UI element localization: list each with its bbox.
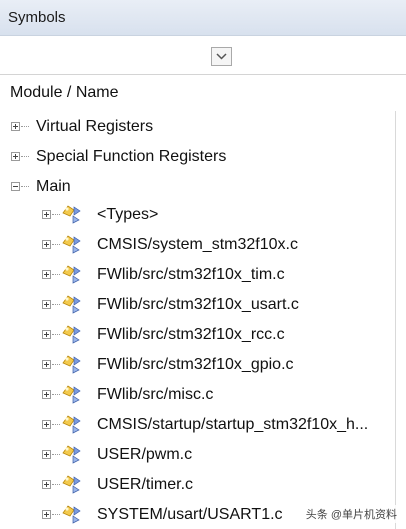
expand-toggle[interactable] <box>42 270 51 279</box>
tree-item-module[interactable]: FWlib/src/stm32f10x_tim.c <box>0 261 395 289</box>
expand-toggle[interactable] <box>42 330 51 339</box>
panel-title-bar: Symbols <box>0 0 406 36</box>
tree-item-module[interactable]: FWlib/src/stm32f10x_rcc.c <box>0 321 395 349</box>
module-icon <box>62 414 84 434</box>
tree-item-label: Virtual Registers <box>36 118 154 135</box>
tree-item-label: FWlib/src/stm32f10x_gpio.c <box>97 356 294 373</box>
module-icon <box>62 354 84 374</box>
tree-item-module[interactable]: USER/pwm.c <box>0 441 395 469</box>
column-header-label: Module / Name <box>10 84 119 101</box>
tree-connector <box>21 156 29 157</box>
expand-toggle[interactable] <box>42 390 51 399</box>
tree-connector <box>52 424 60 425</box>
module-icon <box>62 234 84 254</box>
tree-connector <box>52 274 60 275</box>
tree-item-module[interactable]: CMSIS/startup/startup_stm32f10x_h... <box>0 411 395 439</box>
module-icon <box>62 264 84 284</box>
expand-toggle[interactable] <box>42 300 51 309</box>
tree-item-module[interactable]: FWlib/src/misc.c <box>0 381 395 409</box>
tree-item-label: CMSIS/system_stm32f10x.c <box>97 236 298 253</box>
tree-connector <box>52 214 60 215</box>
module-icon <box>62 324 84 344</box>
module-icon <box>62 474 84 494</box>
tree-connector <box>52 394 60 395</box>
module-icon <box>62 504 84 524</box>
tree-connector <box>52 454 60 455</box>
tree-item-main[interactable]: Main <box>0 173 395 201</box>
tree-connector <box>52 514 60 515</box>
expand-toggle[interactable] <box>42 420 51 429</box>
tree-connector <box>52 364 60 365</box>
chevron-down-icon <box>216 53 227 60</box>
tree-item-module[interactable]: FWlib/src/stm32f10x_gpio.c <box>0 351 395 379</box>
tree-connector <box>52 484 60 485</box>
expand-toggle[interactable] <box>11 152 20 161</box>
tree-item-module[interactable]: <Types> <box>0 201 395 229</box>
tree-item-label: FWlib/src/stm32f10x_tim.c <box>97 266 285 283</box>
expand-toggle[interactable] <box>42 450 51 459</box>
tree-connector <box>52 304 60 305</box>
tree-item-label: Special Function Registers <box>36 148 227 165</box>
column-divider <box>395 111 396 529</box>
toolbar <box>0 36 406 75</box>
expand-toggle[interactable] <box>11 122 20 131</box>
expand-toggle[interactable] <box>42 210 51 219</box>
tree-item-label: USER/timer.c <box>97 476 194 493</box>
expand-toggle[interactable] <box>42 360 51 369</box>
panel-title: Symbols <box>8 9 66 26</box>
tree-connector <box>52 334 60 335</box>
tree-item-label: FWlib/src/stm32f10x_rcc.c <box>97 326 285 343</box>
tree-item-label: Main <box>36 178 71 195</box>
tree-item-module[interactable]: CMSIS/system_stm32f10x.c <box>0 231 395 259</box>
tree-item-label: <Types> <box>97 206 159 223</box>
tree-item-virtual-registers[interactable]: Virtual Registers <box>0 113 395 141</box>
module-icon <box>62 384 84 404</box>
tree-connector <box>21 126 29 127</box>
collapse-toggle[interactable] <box>11 182 20 191</box>
module-icon <box>62 444 84 464</box>
tree-item-module[interactable]: USER/timer.c <box>0 471 395 499</box>
expand-toggle[interactable] <box>42 510 51 519</box>
tree-item-module[interactable]: FWlib/src/stm32f10x_usart.c <box>0 291 395 319</box>
view-dropdown-button[interactable] <box>211 47 232 66</box>
expand-toggle[interactable] <box>42 480 51 489</box>
tree-item-label: SYSTEM/usart/USART1.c <box>97 506 283 523</box>
tree-item-label: FWlib/src/stm32f10x_usart.c <box>97 296 299 313</box>
tree-item-label: USER/pwm.c <box>97 446 193 463</box>
tree-item-special-function-registers[interactable]: Special Function Registers <box>0 143 395 171</box>
expand-toggle[interactable] <box>42 240 51 249</box>
watermark: 头条 @单片机资料 <box>302 505 400 523</box>
tree-item-label: CMSIS/startup/startup_stm32f10x_h... <box>97 416 369 433</box>
column-header[interactable]: Module / Name <box>0 75 406 110</box>
tree-connector <box>21 186 29 187</box>
module-icon <box>62 204 84 224</box>
module-icon <box>62 294 84 314</box>
tree-connector <box>52 244 60 245</box>
tree-item-label: FWlib/src/misc.c <box>97 386 214 403</box>
